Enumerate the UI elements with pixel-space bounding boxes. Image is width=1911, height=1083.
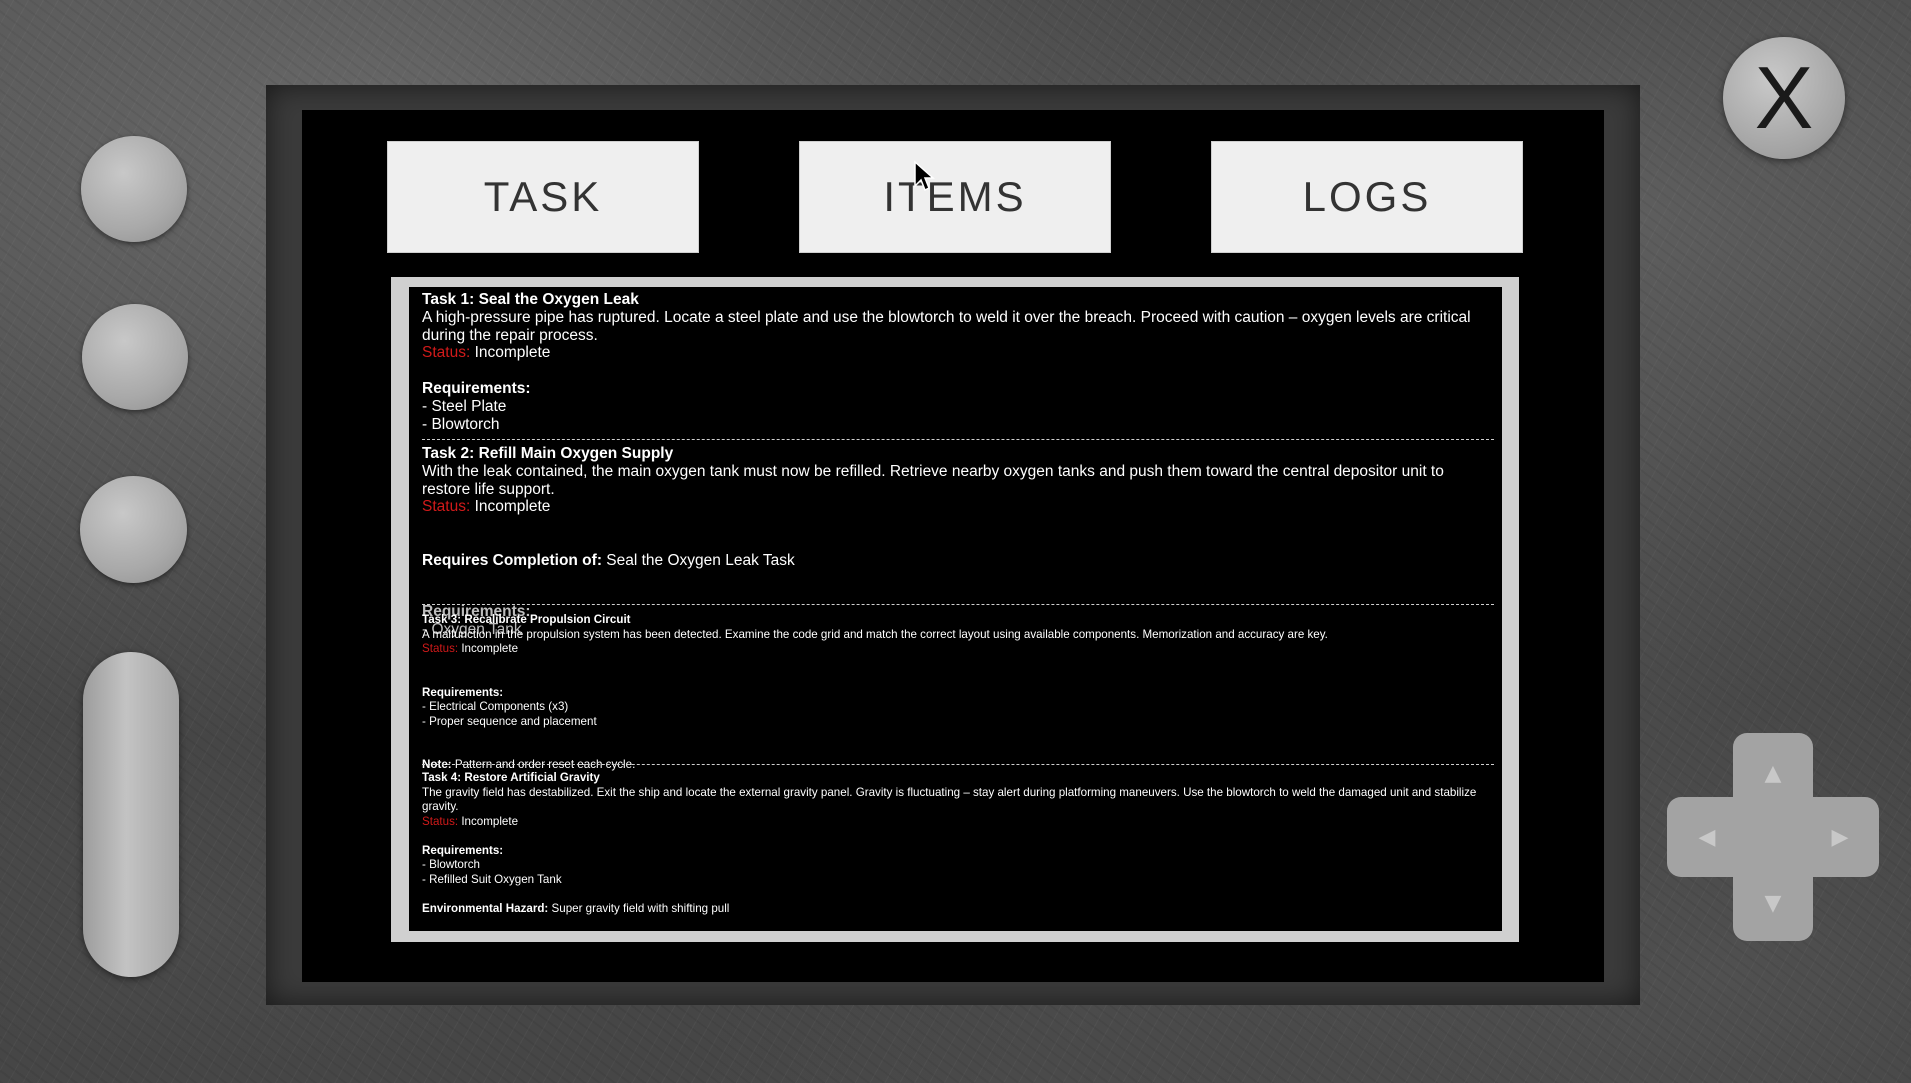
task-status: Status: Incomplete (422, 642, 1478, 657)
requires-completion-value: Seal the Oxygen Leak Task (606, 551, 795, 569)
task-entry: Task 2: Refill Main Oxygen Supply With t… (422, 445, 1478, 570)
task-title: Task 2: Refill Main Oxygen Supply (422, 445, 674, 462)
status-label: Status: (422, 642, 459, 655)
side-button-3[interactable] (80, 476, 187, 583)
task-entry: Task 1: Seal the Oxygen Leak A high-pres… (422, 291, 1478, 433)
requirements-heading: Requirements: (422, 685, 504, 699)
side-slider[interactable] (83, 652, 179, 977)
requires-completion-label: Requires Completion of: (422, 551, 602, 569)
task-description: With the leak contained, the main oxygen… (422, 462, 1444, 498)
task-separator (422, 439, 1494, 440)
tab-logs[interactable]: LOGS (1211, 141, 1523, 253)
task-entry: Task 4: Restore Artificial Gravity The g… (422, 771, 1478, 916)
requirement-item: - Steel Plate (422, 397, 507, 415)
close-button[interactable]: X (1723, 37, 1845, 159)
hazard-label: Environmental Hazard: (422, 901, 549, 915)
task-description: The gravity field has destabilized. Exit… (422, 785, 1477, 814)
arrow-down-icon[interactable]: ▼ (1758, 888, 1788, 918)
status-value: Incomplete (474, 498, 551, 516)
status-value: Incomplete (461, 642, 519, 655)
side-button-1[interactable] (81, 136, 187, 242)
side-button-2[interactable] (82, 304, 188, 410)
task-status: Status: Incomplete (422, 498, 1478, 516)
requirements-heading: Requirements: (422, 379, 531, 397)
requirement-item: - Blowtorch (422, 415, 500, 433)
task-title: Task 4: Restore Artificial Gravity (422, 771, 600, 784)
hazard-value: Super gravity field with shifting pull (551, 901, 730, 915)
requirement-item: - Electrical Components (x3) (422, 700, 569, 713)
mouse-cursor-icon (914, 160, 935, 192)
dpad[interactable]: ▲ ▼ ◀ ▶ (1667, 733, 1879, 941)
game-background: TASK ITEMS LOGS Task 1: Seal the Oxygen … (0, 0, 1911, 1083)
task-list[interactable]: Task 1: Seal the Oxygen Leak A high-pres… (409, 287, 1502, 931)
task-description: A high-pressure pipe has ruptured. Locat… (422, 308, 1471, 344)
arrow-up-icon[interactable]: ▲ (1758, 758, 1788, 788)
environmental-hazard: Environmental Hazard: Super gravity fiel… (422, 902, 1478, 917)
requirements-heading: Requirements: (422, 843, 504, 857)
status-label: Status: (422, 814, 459, 828)
task-title: Task 1: Seal the Oxygen Leak (422, 291, 639, 308)
close-icon: X (1754, 48, 1814, 147)
status-label: Status: (422, 498, 471, 516)
tab-task[interactable]: TASK (387, 141, 699, 253)
status-value: Incomplete (461, 814, 519, 828)
requirement-item: - Proper sequence and placement (422, 714, 597, 728)
requires-completion: Requires Completion of: Seal the Oxygen … (422, 552, 1478, 570)
requirement-item: - Blowtorch (422, 858, 480, 871)
task-description: A malfunction in the propulsion system h… (422, 627, 1328, 641)
task-status: Status: Incomplete (422, 344, 1478, 362)
task-entry: Task 3: Recalibrate Propulsion Circuit A… (422, 613, 1478, 773)
arrow-left-icon[interactable]: ◀ (1692, 822, 1722, 852)
task-separator (422, 764, 1494, 765)
task-separator (422, 604, 1494, 605)
status-value: Incomplete (474, 344, 551, 362)
task-title: Task 3: Recalibrate Propulsion Circuit (422, 613, 631, 626)
task-status: Status: Incomplete (422, 815, 1478, 830)
requirement-item: - Refilled Suit Oxygen Tank (422, 872, 562, 886)
status-label: Status: (422, 344, 471, 362)
tab-items[interactable]: ITEMS (799, 141, 1111, 253)
arrow-right-icon[interactable]: ▶ (1825, 822, 1855, 852)
